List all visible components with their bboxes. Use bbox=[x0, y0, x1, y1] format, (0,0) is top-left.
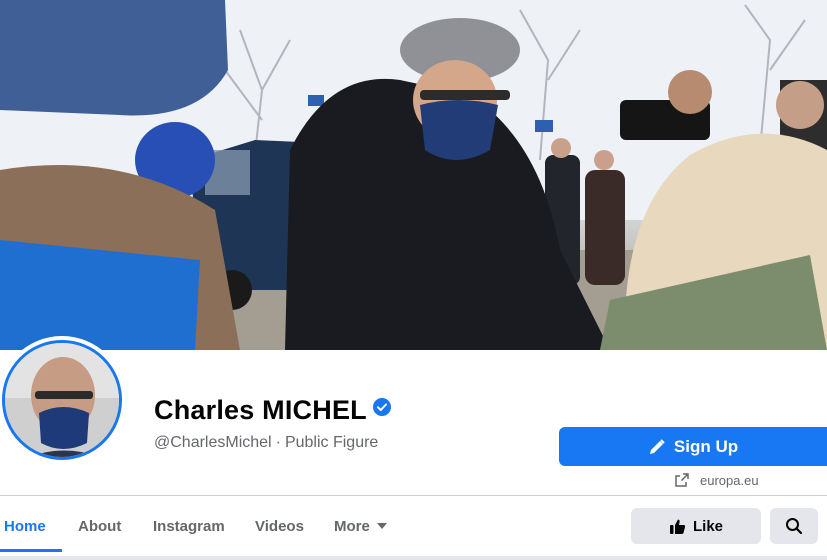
cover-photo[interactable] bbox=[0, 0, 827, 350]
external-link-icon bbox=[675, 473, 689, 487]
website-label: europa.eu bbox=[700, 472, 759, 488]
like-label: Like bbox=[692, 517, 723, 535]
subtitle-separator: · bbox=[275, 434, 281, 451]
verified-check-icon bbox=[372, 398, 391, 416]
thumbs-up-icon bbox=[669, 519, 686, 534]
active-tab-indicator bbox=[0, 549, 62, 552]
profile-subtitle: @CharlesMichel · Public Figure bbox=[154, 434, 378, 452]
sign-up-button[interactable]: Sign Up bbox=[559, 427, 827, 466]
pencil-icon bbox=[649, 438, 665, 454]
cover-photo-image bbox=[0, 0, 827, 350]
avatar-image bbox=[5, 343, 119, 457]
tab-home[interactable]: Home bbox=[4, 496, 46, 556]
profile-header: Charles MICHEL @CharlesMichel · Public Fig… bbox=[0, 336, 827, 496]
tab-instagram[interactable]: Instagram bbox=[153, 496, 225, 556]
page-title: Charles MICHEL bbox=[154, 395, 391, 426]
profile-category[interactable]: Public Figure bbox=[285, 434, 378, 451]
website-link[interactable]: europa.eu bbox=[674, 472, 759, 488]
tab-label: More bbox=[334, 517, 370, 535]
search-icon bbox=[786, 518, 803, 535]
caret-down-icon bbox=[376, 523, 387, 529]
profile-picture[interactable] bbox=[0, 336, 126, 464]
profile-name: Charles MICHEL bbox=[154, 395, 367, 425]
tab-label: Instagram bbox=[153, 517, 225, 535]
like-button[interactable]: Like bbox=[631, 508, 761, 544]
tab-about[interactable]: About bbox=[78, 496, 121, 556]
tab-videos[interactable]: Videos bbox=[255, 496, 304, 556]
tab-more[interactable]: More bbox=[334, 496, 387, 556]
avatar[interactable] bbox=[2, 340, 122, 460]
tab-label: Videos bbox=[255, 517, 304, 535]
tab-label: About bbox=[78, 517, 122, 535]
profile-handle[interactable]: @CharlesMichel bbox=[154, 434, 272, 451]
search-button[interactable] bbox=[770, 508, 818, 544]
tab-label: Home bbox=[4, 517, 46, 535]
bottom-strip bbox=[0, 556, 827, 560]
sign-up-label: Sign Up bbox=[673, 436, 739, 456]
profile-nav: Home About Instagram Videos More Like bbox=[0, 496, 827, 560]
